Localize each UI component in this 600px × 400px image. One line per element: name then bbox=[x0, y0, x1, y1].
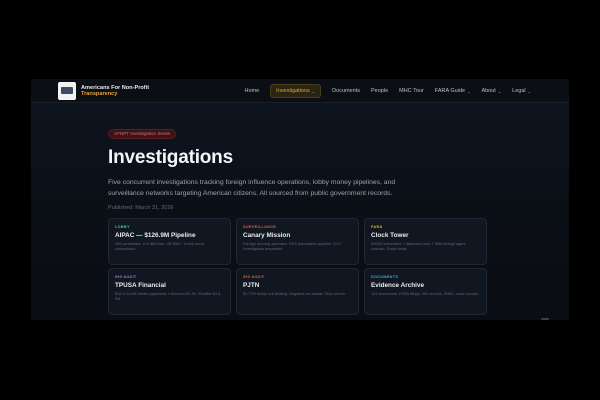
nav-people-label: People bbox=[371, 88, 389, 94]
nav-home[interactable]: Home bbox=[245, 84, 260, 98]
published-date: Published: March 31, 2026 bbox=[108, 205, 174, 211]
chevron-down-icon: ⌄ bbox=[497, 88, 502, 94]
page-title: Investigations bbox=[108, 147, 233, 168]
card-tpusa-financial[interactable]: 990 AUDIT TPUSA Financial $12.9-34.9M hi… bbox=[108, 268, 231, 315]
nav-about[interactable]: About ⌄ bbox=[481, 84, 501, 98]
nav-documents[interactable]: Documents bbox=[332, 84, 360, 98]
nav-home-label: Home bbox=[244, 88, 260, 94]
card-title: Canary Mission bbox=[243, 232, 291, 239]
nav-people[interactable]: People bbox=[371, 84, 388, 98]
card-aipac[interactable]: LOBBY AIPAC — $126.9M Pipeline 356 candi… bbox=[108, 218, 231, 265]
nav-mhc-tour-label: MHC Tour bbox=[399, 88, 424, 94]
card-tag: SURVEILLANCE bbox=[243, 225, 277, 229]
nav-documents-label: Documents bbox=[332, 88, 360, 94]
nav-fara-guide-label: FARA Guide bbox=[434, 88, 466, 94]
card-desc: 104 documents. FARA filings, 990 records… bbox=[371, 292, 480, 296]
card-title: AIPAC — $126.9M Pipeline bbox=[115, 232, 196, 239]
chevron-down-icon: ⌄ bbox=[311, 88, 316, 94]
card-tag: 990 AUDIT bbox=[115, 275, 137, 279]
nav-about-label: About bbox=[481, 88, 496, 94]
card-canary-mission[interactable]: SURVEILLANCE Canary Mission Foreign doxx… bbox=[236, 218, 359, 265]
nav-fara-guide[interactable]: FARA Guide ⌄ bbox=[435, 84, 471, 98]
card-desc: Foreign doxxing operation. DHS deportati… bbox=[243, 242, 341, 252]
brand-subtitle[interactable]: Transparency bbox=[81, 91, 117, 97]
scroll-indicator[interactable] bbox=[541, 318, 549, 320]
chevron-down-icon: ⌄ bbox=[467, 88, 471, 94]
card-title: Evidence Archive bbox=[371, 282, 425, 289]
card-pjtn[interactable]: 990 AUDIT PJTN $1.77M family self-dealin… bbox=[236, 268, 359, 315]
card-desc: $300M placement + disclosed work + NBA f… bbox=[371, 242, 466, 252]
card-desc: 356 candidates. 8 in 865 lists. HR 8381.… bbox=[115, 242, 205, 252]
chevron-down-icon: ⌄ bbox=[527, 88, 531, 94]
card-desc: $12.9-34.9M hidden payments. Influencer … bbox=[115, 292, 222, 302]
card-title: PJTN bbox=[243, 282, 260, 289]
main-nav: Home Investigations ⌄ Documents People M… bbox=[245, 84, 531, 98]
card-tag: DOCUMENTS bbox=[371, 275, 399, 279]
nav-legal[interactable]: Legal ⌄ bbox=[512, 84, 531, 98]
card-desc: $1.77M family self-dealing. Negative net… bbox=[243, 292, 346, 296]
card-clock-tower[interactable]: FARA Clock Tower $300M placement + discl… bbox=[364, 218, 487, 265]
nav-investigations[interactable]: Investigations ⌄ bbox=[270, 84, 322, 98]
site-header: Americans For Non-Profit Transparency Ho… bbox=[31, 79, 569, 103]
nav-mhc-tour[interactable]: MHC Tour bbox=[399, 84, 424, 98]
browser-viewport: Americans For Non-Profit Transparency Ho… bbox=[31, 79, 569, 320]
nav-legal-label: Legal bbox=[512, 88, 526, 94]
card-tag: LOBBY bbox=[115, 225, 130, 229]
card-title: TPUSA Financial bbox=[115, 282, 166, 289]
card-title: Clock Tower bbox=[371, 232, 409, 239]
card-evidence-archive[interactable]: DOCUMENTS Evidence Archive 104 documents… bbox=[364, 268, 487, 315]
afnpt-logo-icon[interactable] bbox=[58, 82, 76, 100]
card-tag: FARA bbox=[371, 225, 383, 229]
card-tag: 990 AUDIT bbox=[243, 275, 265, 279]
nav-investigations-label: Investigations bbox=[276, 88, 310, 94]
logo-mark bbox=[61, 87, 73, 94]
series-badge: AFNPT Investigation Series bbox=[108, 129, 177, 139]
page-description: Five concurrent investigations tracking … bbox=[108, 179, 396, 197]
